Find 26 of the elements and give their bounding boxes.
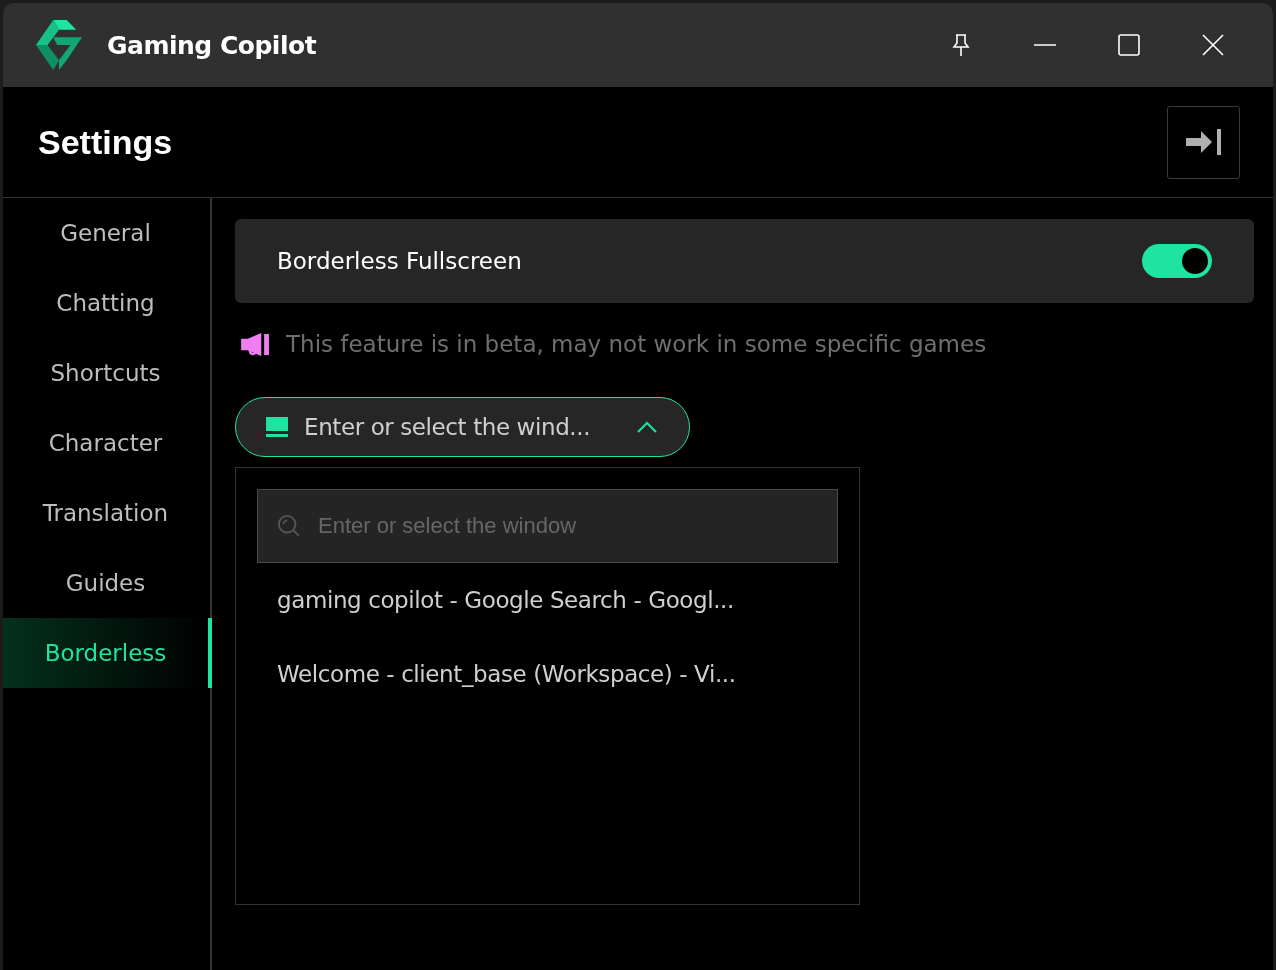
caret-icon bbox=[637, 421, 657, 433]
maximize-icon bbox=[1118, 34, 1140, 56]
sidebar-item[interactable]: Character bbox=[3, 408, 212, 478]
setting-label: Borderless Fullscreen bbox=[277, 248, 522, 274]
window-option[interactable]: gaming copilot - Google Search - Googl... bbox=[257, 563, 838, 637]
sidebar-item[interactable]: Chatting bbox=[3, 268, 212, 338]
close-icon bbox=[1202, 34, 1224, 56]
arrow-to-bar-icon bbox=[1185, 129, 1222, 155]
sidebar-item[interactable]: Borderless bbox=[3, 618, 212, 688]
sidebar-item[interactable]: Shortcuts bbox=[3, 338, 212, 408]
window-dropdown[interactable]: Enter or select the wind... bbox=[235, 397, 690, 457]
page-title: Settings bbox=[38, 122, 173, 162]
sidebar-item[interactable]: Guides bbox=[3, 548, 212, 618]
search-field[interactable]: Enter or select the window bbox=[257, 489, 838, 563]
pin-icon bbox=[951, 33, 971, 57]
sidebar-item[interactable]: General bbox=[3, 198, 212, 268]
notice-text: This feature is in beta, may not work in some specific games bbox=[286, 331, 987, 357]
toggle-switch[interactable] bbox=[1142, 244, 1212, 278]
sidebar-item[interactable]: Translation bbox=[3, 478, 212, 548]
megaphone-icon bbox=[241, 332, 270, 356]
logo-icon bbox=[36, 19, 82, 71]
collapse-button[interactable] bbox=[1167, 105, 1240, 179]
window-title: Gaming Copilot bbox=[107, 30, 317, 60]
monitor-icon bbox=[266, 417, 288, 437]
window-option[interactable]: Welcome - client_base (Workspace) - Vi... bbox=[257, 637, 838, 711]
minimize-icon bbox=[1034, 44, 1056, 46]
